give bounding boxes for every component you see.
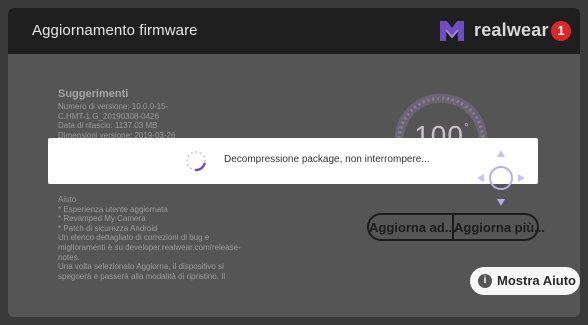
progress-dialog: Decompressione package, non interrompere… xyxy=(48,138,538,184)
notes-line: Una volta selezionato Aggiorna, il dispo… xyxy=(58,262,224,272)
info-line: Numero di versione: 10.0.0-15- xyxy=(58,102,169,111)
info-heading: Suggerimenti xyxy=(58,88,129,100)
brand-name: realwear xyxy=(474,20,549,40)
navigation-pad-icon[interactable] xyxy=(471,148,531,208)
notes-line: spegnerà e passerà alla modalità di ripr… xyxy=(58,271,226,281)
notes-line: Aiuto xyxy=(58,195,77,204)
realwear-logo-icon xyxy=(440,21,464,41)
notes-line: miglioramenti è su developer.realwear.co… xyxy=(58,242,241,252)
info-icon: i xyxy=(478,274,492,288)
notification-badge[interactable]: 1 xyxy=(551,21,571,41)
dialog-message: Decompressione package, non interrompere… xyxy=(224,154,430,165)
page-title: Aggiornamento firmware xyxy=(32,22,198,39)
info-line: Data di rilascio: 1137.03 MB xyxy=(58,121,158,131)
loading-spinner-icon xyxy=(186,151,206,172)
info-line: C.HMT-1.G_20190308-0426 xyxy=(58,111,159,121)
help-label: Mostra Aiuto xyxy=(497,273,576,288)
update-later-button[interactable]: Aggiorna più... xyxy=(453,213,545,241)
gauge-unit: ° xyxy=(463,120,470,134)
show-help-button[interactable]: i Mostra Aiuto xyxy=(470,267,580,295)
notes-line: Un elenco dettagliato di correzioni di b… xyxy=(58,233,210,243)
notes-line: * Esperienza utente aggiornata xyxy=(58,204,168,214)
notes-line: * Patch di sicurezza Android xyxy=(58,223,158,233)
update-info: Suggerimenti Numero di versione: 10.0.0-… xyxy=(58,88,308,140)
notes-line: notes. xyxy=(58,252,80,262)
notes-line: * Revamped My Camera xyxy=(58,214,146,224)
top-bar: Aggiornamento firmware realwear 1 xyxy=(8,8,580,54)
release-notes: Aiuto * Esperienza utente aggiornata * R… xyxy=(58,195,318,281)
update-now-button[interactable]: Aggiorna ad... xyxy=(367,213,456,241)
